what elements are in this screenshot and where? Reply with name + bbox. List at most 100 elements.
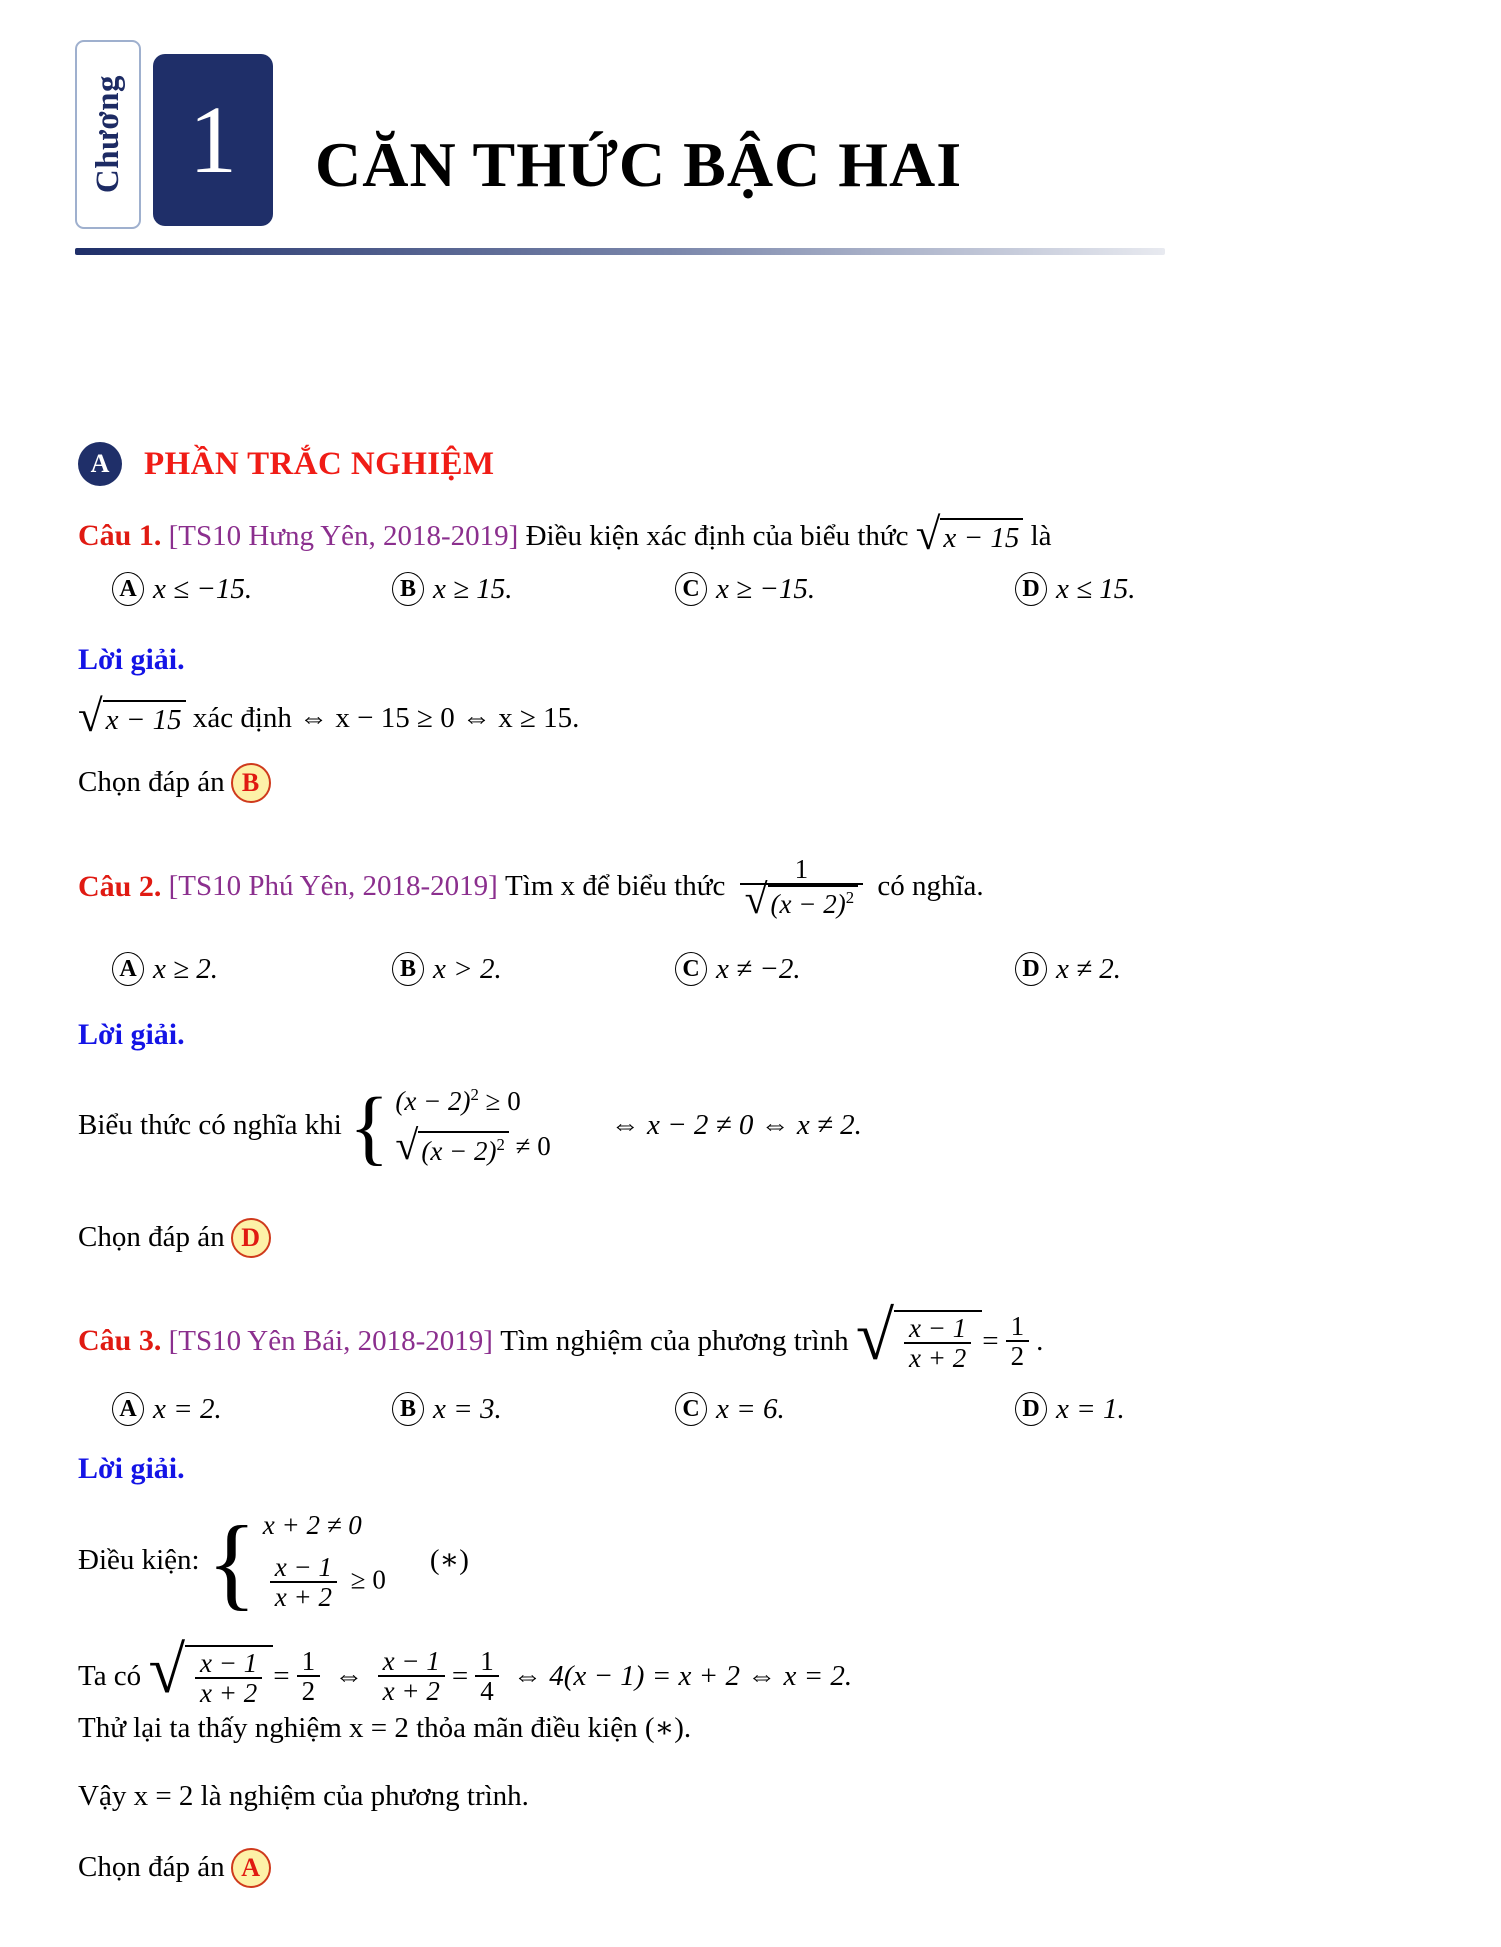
answer-2-bubble: D: [230, 1218, 271, 1258]
solution-2-heading: Lời giải.: [78, 1018, 185, 1051]
system-row-2-exponent: 2: [496, 1135, 505, 1155]
choice-3-b[interactable]: B x = 3.: [392, 1392, 675, 1426]
choice-letter-circle: D: [1015, 952, 1047, 986]
system-row-1: (x − 2)2 ≥ 0: [395, 1085, 550, 1117]
solution-3-check-line: Thử lại ta thấy nghiệm x = 2 thỏa mãn đi…: [78, 1712, 692, 1744]
condition-row-2: x − 1 x + 2 ≥ 0: [263, 1553, 386, 1612]
fraction-denominator: x + 2: [195, 1677, 263, 1708]
answer-2-row: Chọn đáp án D: [78, 1218, 271, 1258]
work-radical: √ x − 1 x + 2: [148, 1634, 274, 1708]
system-row-1-exponent: 2: [470, 1085, 479, 1104]
solution-2-tail: ⇔ x − 2 ≠ 0 ⇔ x ≠ 2.: [610, 1109, 862, 1142]
choice-letter-circle: D: [1015, 572, 1047, 606]
system-row-1-base: (x − 2): [395, 1086, 471, 1116]
question-3-rhs-fraction: 1 2: [1005, 1312, 1030, 1371]
chapter-title: CĂN THỨC BẬC HAI: [315, 129, 963, 200]
answer-2-label: Chọn đáp án: [78, 1221, 225, 1254]
sqrt-icon: √: [395, 1123, 419, 1170]
system-row-2-radical: √ (x − 2)2: [395, 1123, 509, 1170]
fraction-numerator: 1: [301, 1646, 316, 1676]
fraction-numerator: x − 1: [274, 1552, 332, 1583]
system-row-2-radicand: (x − 2)2: [418, 1131, 509, 1167]
fraction-numerator: 1: [794, 854, 809, 884]
chapter-number: 1: [189, 86, 237, 193]
sqrt-icon: √: [855, 1298, 895, 1375]
condition-system: { x + 2 ≠ 0 x − 1 x + 2 ≥ 0: [207, 1510, 386, 1615]
sqrt-icon: √: [148, 1634, 186, 1707]
fraction-denominator: 4: [475, 1675, 499, 1706]
solution-2-intro: Biểu thức có nghĩa khi: [78, 1109, 342, 1142]
denominator-radical: √ (x − 2)2: [745, 879, 859, 922]
condition-row-2-tail: ≥ 0: [350, 1564, 386, 1595]
solution-3-work-row: Ta có √ x − 1 x + 2 = 1 2 ⇔ x − 1 x + 2 …: [78, 1634, 853, 1709]
condition-rows: x + 2 ≠ 0 x − 1 x + 2 ≥ 0: [263, 1510, 386, 1612]
textbook-page: Chương 1 CĂN THỨC BẬC HAI A PHẦN TRẮC NG…: [0, 0, 1501, 1947]
solution-1-heading: Lời giải.: [78, 643, 185, 676]
question-1-choices: A x ≤ −15. B x ≥ 15. C x ≥ −15. D x ≤ 15…: [112, 572, 1432, 606]
choice-letter-circle: B: [392, 572, 424, 606]
answer-1-bubble: B: [230, 763, 271, 803]
question-2-fraction: 1 √ (x − 2)2: [739, 854, 864, 922]
sqrt-icon: √: [78, 691, 103, 741]
left-brace-icon: {: [349, 1080, 390, 1174]
choice-text: x = 1.: [1056, 1392, 1125, 1425]
solution-2-system-row: Biểu thức có nghĩa khi { (x − 2)2 ≥ 0 √ …: [78, 1080, 862, 1174]
system-row-2: √ (x − 2)2 ≠ 0: [395, 1123, 551, 1170]
fraction-denominator: 2: [296, 1675, 321, 1706]
choice-1-b[interactable]: B x ≥ 15.: [392, 572, 675, 606]
choice-2-a[interactable]: A x ≥ 2.: [112, 952, 392, 986]
question-2-prompt: Câu 2. [TS10 Phú Yên, 2018-2019] Tìm x đ…: [78, 854, 984, 922]
choice-letter-circle: B: [392, 1392, 424, 1426]
fraction-denominator: 2: [1005, 1340, 1030, 1371]
choice-text: x ≤ 15.: [1056, 572, 1136, 605]
fraction-numerator: x − 1: [382, 1646, 440, 1676]
work-rhs-1: 1 2: [296, 1646, 321, 1706]
choice-text: x ≥ −15.: [716, 572, 816, 605]
question-3-choices: A x = 2. B x = 3. C x = 6. D x = 1.: [112, 1392, 1432, 1426]
choice-3-c[interactable]: C x = 6.: [675, 1392, 1015, 1426]
choice-text: x ≠ −2.: [716, 952, 801, 985]
question-1-radicand: x − 15: [940, 518, 1024, 555]
choice-text: x ≥ 2.: [153, 952, 219, 985]
chapter-kicker-box: Chương: [75, 40, 141, 229]
chapter-number-box: 1: [153, 54, 273, 226]
choice-1-d[interactable]: D x ≤ 15.: [1015, 572, 1136, 606]
question-2-choices: A x ≥ 2. B x > 2. C x ≠ −2. D x ≠ 2.: [112, 952, 1432, 986]
fraction-numerator: 1: [480, 1646, 494, 1676]
question-3-source: [TS10 Yên Bái, 2018-2019]: [168, 1324, 493, 1357]
question-2-source: [TS10 Phú Yên, 2018-2019]: [168, 870, 498, 903]
choice-1-a[interactable]: A x ≤ −15.: [112, 572, 392, 606]
denominator-radicand: (x − 2)2: [767, 885, 859, 919]
choice-3-a[interactable]: A x = 2.: [112, 1392, 392, 1426]
choice-2-c[interactable]: C x ≠ −2.: [675, 952, 1015, 986]
condition-fraction: x − 1 x + 2: [269, 1552, 337, 1612]
question-3-inner-fraction: x − 1 x + 2: [904, 1314, 972, 1373]
solution-3-conclusion: Vậy x = 2 là nghiệm của phương trình.: [78, 1780, 529, 1812]
fraction-denominator: x + 2: [269, 1581, 337, 1612]
choice-letter-circle: C: [675, 952, 707, 986]
choice-text: x ≤ −15.: [153, 572, 253, 605]
chapter-kicker-label: Chương: [89, 75, 126, 194]
header-divider: [75, 248, 1165, 255]
question-1-label: Câu 1.: [78, 519, 162, 553]
choice-letter-circle: A: [112, 952, 144, 986]
solution-1-text: xác định ⇔ x − 15 ≥ 0 ⇔ x ≥ 15.: [192, 702, 580, 734]
choice-1-c[interactable]: C x ≥ −15.: [675, 572, 1015, 606]
answer-3-bubble: A: [230, 1848, 271, 1888]
question-3-label: Câu 3.: [78, 1324, 162, 1358]
condition-label: Điều kiện:: [78, 1544, 200, 1577]
radicand-exponent: 2: [845, 888, 855, 908]
question-2-text-post: có nghĩa.: [877, 870, 984, 903]
choice-text: x ≥ 15.: [433, 572, 513, 605]
chapter-header: Chương 1 CĂN THỨC BẬC HAI: [75, 40, 1425, 255]
choice-text: x = 2.: [153, 1392, 222, 1425]
choice-2-b[interactable]: B x > 2.: [392, 952, 675, 986]
solution-1-radical: √ x − 15: [78, 691, 186, 741]
solution-3-condition-row: Điều kiện: { x + 2 ≠ 0 x − 1 x + 2 ≥ 0 (…: [78, 1510, 469, 1615]
work-tail: ⇔ 4(x − 1) = x + 2 ⇔ x = 2.: [512, 1659, 853, 1692]
system-row-2-tail: ≠ 0: [515, 1131, 551, 1162]
question-2-label: Câu 2.: [78, 869, 162, 903]
work-intro: Ta có: [78, 1659, 142, 1692]
choice-2-d[interactable]: D x ≠ 2.: [1015, 952, 1121, 986]
choice-3-d[interactable]: D x = 1.: [1015, 1392, 1125, 1426]
